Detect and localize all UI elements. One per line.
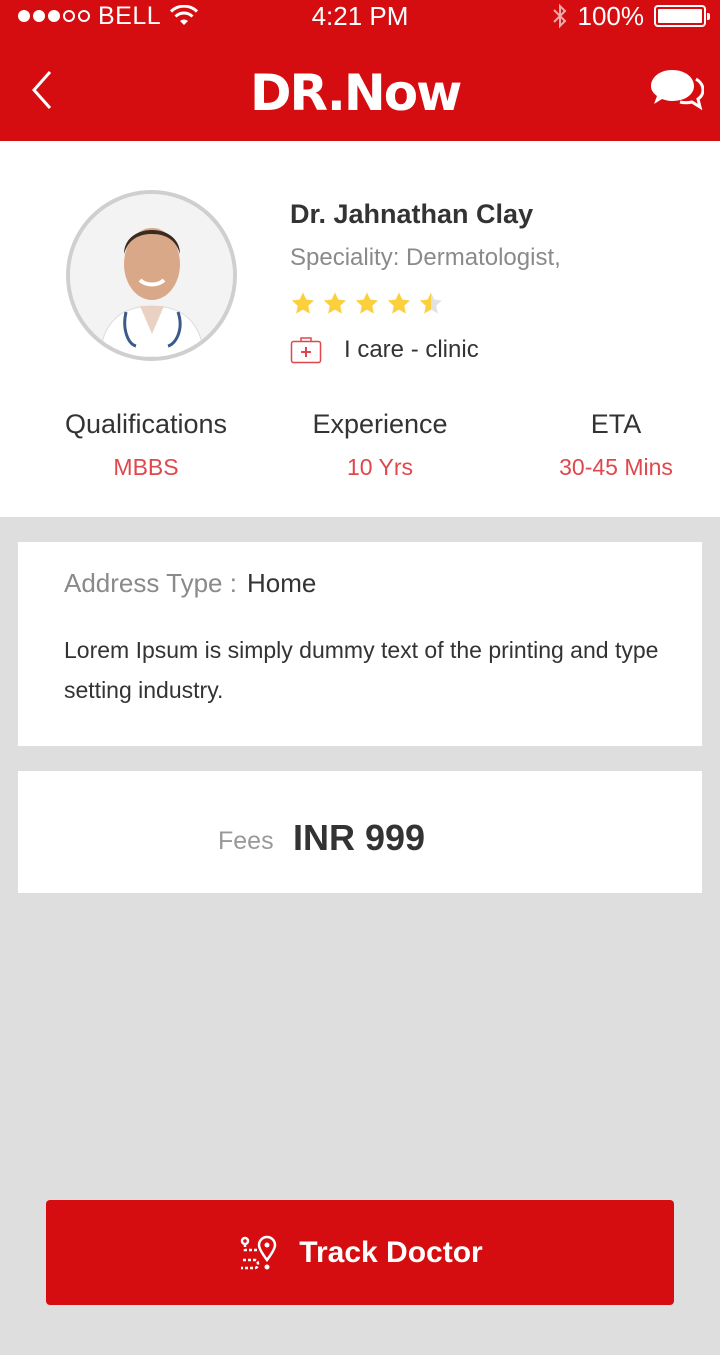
status-bar: BELL 4:21 PM 100% <box>0 0 720 32</box>
battery-percent: 100% <box>577 0 645 31</box>
fees-card: Fees INR 999 <box>18 771 702 893</box>
app-header: BELL 4:21 PM 100% DR.Now <box>0 0 720 141</box>
address-type-value: Home <box>246 568 317 598</box>
stat-qualifications: Qualifications MBBS <box>40 409 252 481</box>
chat-button[interactable] <box>650 66 705 114</box>
star-icon <box>324 292 346 314</box>
logo-text: DR.Now <box>250 64 462 122</box>
address-type-row: Address Type : Home <box>64 568 316 599</box>
star-icon <box>388 292 410 314</box>
doctor-profile: Dr. Jahnathan Clay Speciality: Dermatolo… <box>0 141 720 517</box>
address-type-label: Address Type : <box>64 568 237 598</box>
doctor-name: Dr. Jahnathan Clay <box>290 199 534 229</box>
track-doctor-label: Track Doctor <box>299 1235 483 1269</box>
chat-bubbles-icon <box>651 70 705 111</box>
stat-label: Qualifications <box>64 409 228 439</box>
doctor-avatar <box>66 190 237 361</box>
stat-value: 30-45 Mins <box>559 454 673 480</box>
star-icon <box>420 292 442 314</box>
bluetooth-icon <box>552 3 566 29</box>
chevron-left-icon <box>31 71 52 109</box>
address-card: Address Type : Home Lorem Ipsum is simply… <box>18 542 702 746</box>
star-icon <box>292 292 314 314</box>
stat-experience: Experience 10 Yrs <box>274 409 486 481</box>
stat-value: 10 Yrs <box>346 454 414 480</box>
status-right: 100% <box>552 0 710 32</box>
fees-label: Fees <box>218 827 274 855</box>
track-doctor-button[interactable]: Track Doctor <box>46 1200 674 1305</box>
address-text: Lorem Ipsum is simply dummy text of the … <box>64 637 659 703</box>
stat-eta: ETA 30-45 Mins <box>510 409 720 481</box>
stat-label: ETA <box>590 409 642 439</box>
fees-value: INR 999 <box>293 817 426 858</box>
battery-icon <box>654 5 710 27</box>
first-aid-kit-icon <box>290 337 322 364</box>
nav-bar: DR.Now <box>0 40 720 140</box>
stat-value: MBBS <box>113 454 179 480</box>
star-icon <box>356 292 378 314</box>
battery-level <box>658 9 702 23</box>
app-logo: DR.Now <box>250 62 470 124</box>
back-button[interactable] <box>22 68 62 112</box>
rating-stars <box>290 291 444 315</box>
clinic-name: I care - clinic <box>344 336 479 363</box>
doctor-speciality: Speciality: Dermatologist, <box>290 244 561 271</box>
route-pin-icon <box>241 1235 277 1269</box>
stat-label: Experience <box>312 409 448 439</box>
clinic-info: I care - clinic <box>290 336 479 364</box>
